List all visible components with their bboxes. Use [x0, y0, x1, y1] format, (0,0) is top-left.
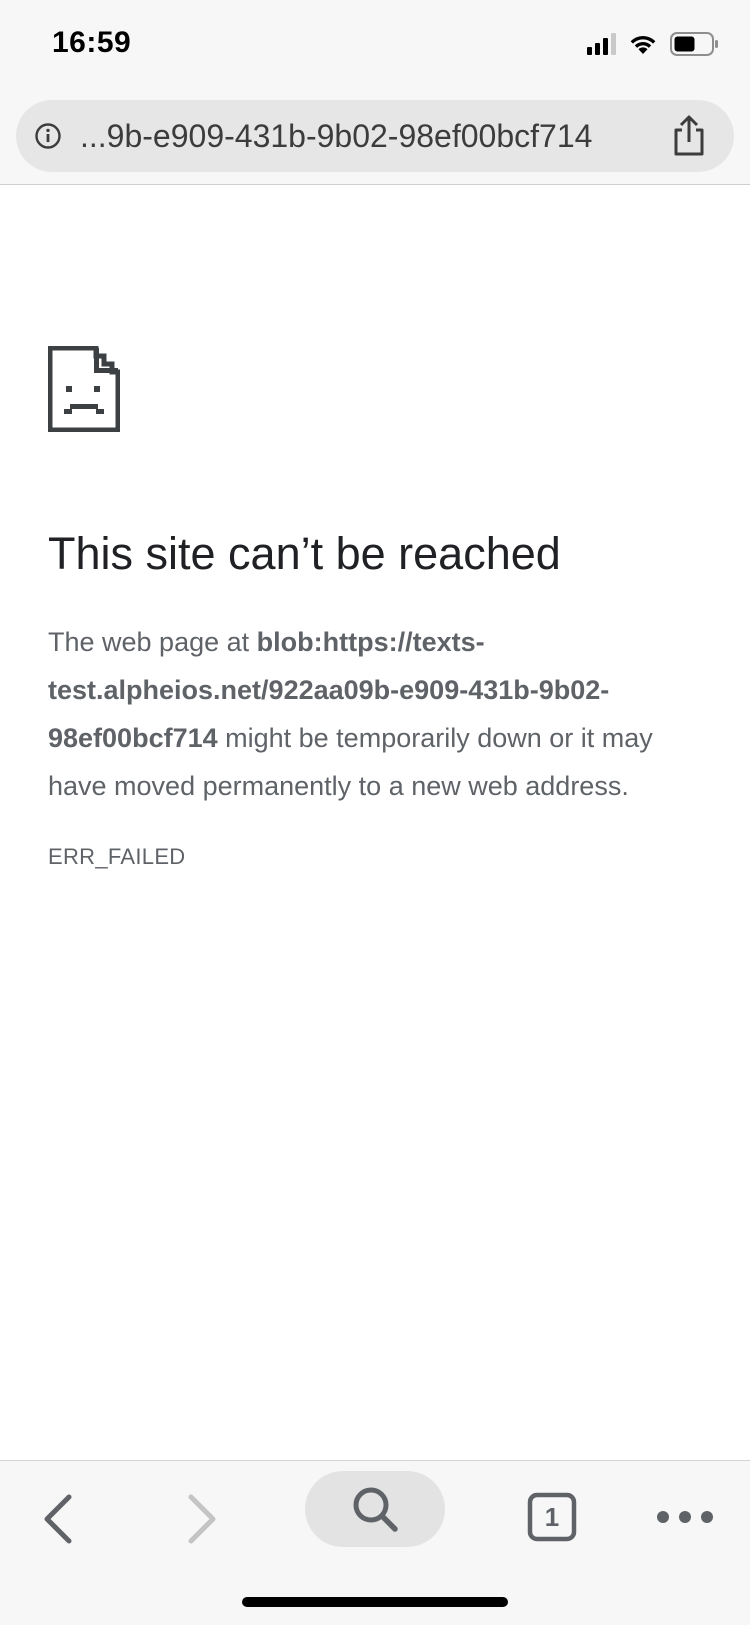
more-button[interactable]: [650, 1487, 720, 1547]
status-time: 16:59: [52, 26, 132, 59]
wifi-icon: [630, 36, 656, 54]
search-button[interactable]: [305, 1471, 445, 1547]
address-bar-area: ...9b-e909-431b-9b02-98ef00bcf714: [0, 92, 750, 185]
error-message: The web page at blob:https://texts-test.…: [48, 618, 688, 810]
forward-button[interactable]: [172, 1487, 232, 1551]
tab-switcher-button[interactable]: 1: [522, 1487, 582, 1547]
share-icon[interactable]: [670, 114, 708, 158]
url-text[interactable]: ...9b-e909-431b-9b02-98ef00bcf714: [80, 118, 670, 155]
tab-count: 1: [544, 1501, 560, 1532]
error-code: ERR_FAILED: [48, 844, 186, 869]
status-icons: [587, 32, 720, 56]
more-icon: [657, 1511, 713, 1523]
home-indicator[interactable]: [242, 1597, 508, 1607]
back-button[interactable]: [28, 1487, 88, 1551]
signal-icon: [587, 33, 616, 55]
back-icon: [44, 1494, 72, 1544]
info-icon[interactable]: [34, 122, 62, 150]
search-icon: [353, 1487, 398, 1532]
error-message-prefix: The web page at: [48, 627, 257, 657]
error-title: This site can’t be reached: [48, 528, 561, 579]
forward-icon: [188, 1494, 216, 1544]
bottom-toolbar: 1: [0, 1460, 750, 1625]
address-bar[interactable]: ...9b-e909-431b-9b02-98ef00bcf714: [16, 100, 734, 172]
sad-page-icon: [48, 346, 120, 432]
battery-icon: [670, 32, 718, 56]
status-bar: 16:59: [0, 0, 750, 92]
